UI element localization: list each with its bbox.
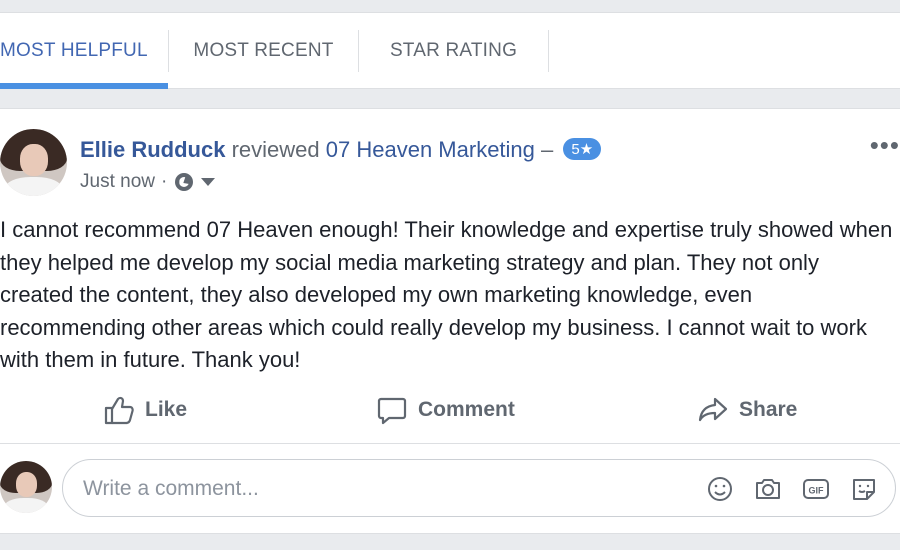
like-button[interactable]: Like — [103, 389, 187, 431]
post-timestamp[interactable]: Just now — [80, 171, 155, 193]
gif-icon[interactable]: GIF — [801, 474, 831, 504]
tab-star-rating[interactable]: STAR RATING — [359, 13, 548, 89]
page-name-link[interactable]: 07 Heaven Marketing — [326, 137, 535, 162]
comment-input[interactable] — [83, 474, 683, 504]
action-text: reviewed — [231, 137, 320, 162]
post-meta: Just now · — [80, 171, 216, 193]
emoji-icon[interactable] — [705, 474, 735, 504]
post-header: Ellie Rudduck reviewed 07 Heaven Marketi… — [80, 137, 602, 163]
review-post: Ellie Rudduck reviewed 07 Heaven Marketi… — [0, 108, 900, 534]
review-text: I cannot recommend 07 Heaven enough! The… — [0, 217, 893, 372]
rating-badge: 5★ — [563, 138, 602, 160]
author-name-link[interactable]: Ellie Rudduck — [80, 137, 225, 162]
tab-divider — [548, 30, 549, 72]
commenter-avatar — [0, 461, 52, 513]
author-avatar[interactable] — [0, 129, 67, 196]
speech-bubble-icon — [377, 397, 407, 425]
like-label: Like — [145, 398, 188, 421]
meta-separator: · — [160, 171, 168, 192]
header-dash: – — [541, 137, 554, 162]
comments-divider — [0, 443, 900, 444]
camera-icon[interactable] — [753, 474, 783, 504]
comment-label: Comment — [418, 398, 515, 421]
more-options-icon[interactable]: ••• — [870, 132, 900, 158]
review-tabs-bar: MOST HELPFUL MOST RECENT STAR RATING — [0, 12, 900, 89]
audience-dropdown-icon[interactable] — [201, 178, 216, 186]
svg-text:GIF: GIF — [809, 486, 825, 496]
active-tab-indicator — [0, 83, 168, 89]
tab-most-helpful[interactable]: MOST HELPFUL — [0, 13, 168, 89]
globe-icon — [175, 173, 194, 191]
sticker-icon[interactable] — [849, 474, 879, 504]
post-actions: Like Comment Share — [0, 389, 900, 431]
share-arrow-icon — [698, 397, 728, 422]
comment-button[interactable]: Comment — [376, 389, 515, 431]
thumbs-up-icon — [104, 396, 134, 425]
share-label: Share — [739, 398, 798, 421]
share-button[interactable]: Share — [697, 389, 797, 431]
tab-most-recent[interactable]: MOST RECENT — [169, 13, 358, 89]
comment-composer[interactable]: GIF — [62, 459, 896, 517]
